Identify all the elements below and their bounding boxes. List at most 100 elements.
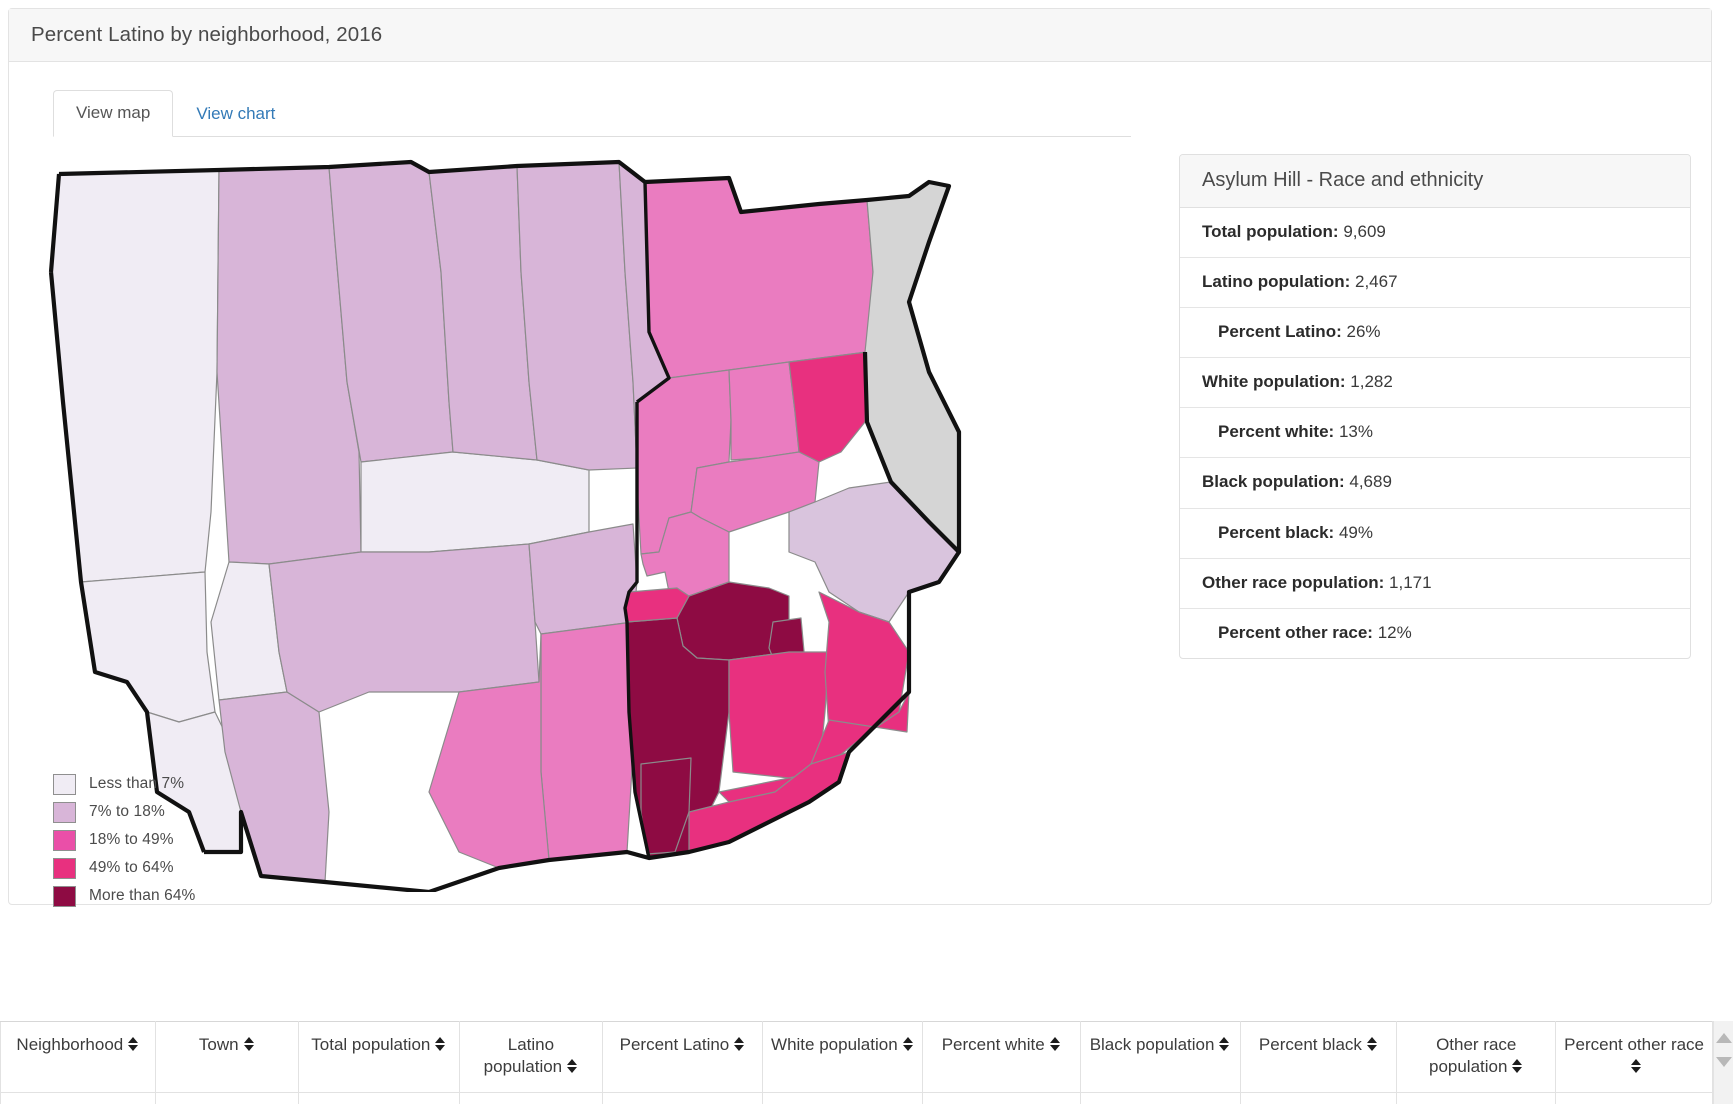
- col-header-other-race-population[interactable]: Other race population: [1397, 1022, 1556, 1093]
- col-label: Neighborhood: [16, 1035, 123, 1054]
- map-legend: Less than 7% 7% to 18% 18% to 49% 49% to…: [53, 770, 195, 910]
- legend-label: 18% to 49%: [89, 831, 174, 849]
- sort-icon[interactable]: [1050, 1037, 1061, 1051]
- info-row-percent-white: Percent white: 13%: [1180, 408, 1690, 458]
- info-row-latino-population: Latino population: 2,467: [1180, 258, 1690, 308]
- legend-item[interactable]: 18% to 49%: [53, 826, 195, 854]
- sort-icon[interactable]: [128, 1037, 139, 1051]
- region-info-panel: Asylum Hill - Race and ethnicity Total p…: [1179, 154, 1691, 659]
- tab-view-map[interactable]: View map: [53, 90, 173, 137]
- data-table: Neighborhood Town Total population Latin…: [0, 1021, 1713, 1104]
- table-scrollbar[interactable]: [1713, 1021, 1733, 1104]
- card-body: View map View chart: [9, 62, 1711, 904]
- legend-label: 7% to 18%: [89, 803, 165, 821]
- legend-swatch-gt64: [53, 886, 76, 907]
- col-header-total-population[interactable]: Total population: [298, 1022, 459, 1093]
- tab-list: View map View chart: [53, 88, 1131, 137]
- info-key: Black population:: [1202, 472, 1345, 491]
- col-header-neighborhood[interactable]: Neighborhood: [1, 1022, 156, 1093]
- info-value: 1,282: [1350, 372, 1393, 391]
- legend-swatch-18-49: [53, 830, 76, 851]
- col-header-black-population[interactable]: Black population: [1080, 1022, 1240, 1093]
- col-label: White population: [771, 1035, 898, 1054]
- sort-icon[interactable]: [567, 1059, 578, 1073]
- data-table-container[interactable]: Neighborhood Town Total population Latin…: [0, 1021, 1733, 1104]
- info-key: Percent other race:: [1218, 623, 1373, 642]
- legend-item[interactable]: 49% to 64%: [53, 854, 195, 882]
- region-hartford-downtown[interactable]: [789, 352, 867, 462]
- table-head: Neighborhood Town Total population Latin…: [1, 1022, 1713, 1093]
- info-key: Percent Latino:: [1218, 322, 1342, 341]
- sort-icon[interactable]: [244, 1037, 255, 1051]
- info-row-other-race-population: Other race population: 1,171: [1180, 559, 1690, 609]
- col-header-percent-other-race[interactable]: Percent other race: [1556, 1022, 1713, 1093]
- col-header-percent-black[interactable]: Percent black: [1240, 1022, 1397, 1093]
- col-header-latino-population[interactable]: Latino population: [459, 1022, 602, 1093]
- sort-icon[interactable]: [1512, 1059, 1523, 1073]
- info-row-black-population: Black population: 4,689: [1180, 458, 1690, 508]
- col-header-white-population[interactable]: White population: [762, 1022, 922, 1093]
- col-label: Percent white: [942, 1035, 1045, 1054]
- sort-icon[interactable]: [1631, 1059, 1642, 1073]
- scroll-down-arrow-icon[interactable]: [1716, 1057, 1732, 1067]
- info-panel-title: Asylum Hill - Race and ethnicity: [1180, 155, 1690, 208]
- info-row-percent-other-race: Percent other race: 12%: [1180, 609, 1690, 658]
- region-hartford-north-1[interactable]: [645, 178, 873, 378]
- info-row-percent-latino: Percent Latino: 26%: [1180, 308, 1690, 358]
- legend-item[interactable]: More than 64%: [53, 882, 195, 910]
- region-hartford-central-2[interactable]: [729, 362, 799, 460]
- info-value: 4,689: [1349, 472, 1392, 491]
- col-header-percent-white[interactable]: Percent white: [922, 1022, 1080, 1093]
- legend-label: Less than 7%: [89, 775, 184, 793]
- sort-icon[interactable]: [1367, 1037, 1378, 1051]
- col-label: Percent other race: [1564, 1035, 1704, 1054]
- info-key: Other race population:: [1202, 573, 1384, 592]
- info-value: 13%: [1339, 422, 1373, 441]
- col-label: Latino population: [484, 1035, 562, 1076]
- legend-label: 49% to 64%: [89, 859, 174, 877]
- info-key: Percent black:: [1218, 523, 1334, 542]
- legend-swatch-lt7: [53, 774, 76, 795]
- choropleth-map[interactable]: Less than 7% 7% to 18% 18% to 49% 49% to…: [29, 152, 1039, 892]
- legend-swatch-49-64: [53, 858, 76, 879]
- info-key: Total population:: [1202, 222, 1339, 241]
- info-value: 9,609: [1343, 222, 1386, 241]
- legend-item[interactable]: 7% to 18%: [53, 798, 195, 826]
- col-label: Town: [199, 1035, 239, 1054]
- col-label: Black population: [1090, 1035, 1215, 1054]
- col-header-town[interactable]: Town: [155, 1022, 298, 1093]
- region-sw-1[interactable]: [529, 524, 637, 634]
- info-row-white-population: White population: 1,282: [1180, 358, 1690, 408]
- table-row[interactable]: [1, 1092, 1713, 1104]
- legend-swatch-7-18: [53, 802, 76, 823]
- info-key: Latino population:: [1202, 272, 1350, 291]
- scroll-up-arrow-icon[interactable]: [1716, 1033, 1732, 1043]
- card-header: Percent Latino by neighborhood, 2016: [9, 9, 1711, 62]
- info-key: Percent white:: [1218, 422, 1334, 441]
- col-header-percent-latino[interactable]: Percent Latino: [603, 1022, 763, 1093]
- tab-view-chart[interactable]: View chart: [173, 91, 298, 137]
- page-root: Percent Latino by neighborhood, 2016 Vie…: [0, 0, 1733, 1104]
- info-value: 49%: [1339, 523, 1373, 542]
- map-card: Percent Latino by neighborhood, 2016 Vie…: [8, 8, 1712, 905]
- legend-item[interactable]: Less than 7%: [53, 770, 195, 798]
- sort-icon[interactable]: [734, 1037, 745, 1051]
- table-body: [1, 1092, 1713, 1104]
- sort-icon[interactable]: [903, 1037, 914, 1051]
- region-west-2[interactable]: [81, 572, 215, 722]
- info-row-total-population: Total population: 9,609: [1180, 208, 1690, 258]
- col-label: Percent Latino: [620, 1035, 730, 1054]
- region-n-2[interactable]: [361, 452, 589, 552]
- legend-label: More than 64%: [89, 887, 195, 905]
- region-sw-2[interactable]: [541, 622, 637, 860]
- col-label: Percent black: [1259, 1035, 1362, 1054]
- info-value: 26%: [1346, 322, 1380, 341]
- info-value: 12%: [1378, 623, 1412, 642]
- table-header-row: Neighborhood Town Total population Latin…: [1, 1022, 1713, 1093]
- info-value: 2,467: [1355, 272, 1398, 291]
- region-n-5[interactable]: [517, 162, 637, 470]
- sort-icon[interactable]: [1219, 1037, 1230, 1051]
- sort-icon[interactable]: [435, 1037, 446, 1051]
- tab-view-map-label: View map: [76, 103, 150, 122]
- col-label: Total population: [311, 1035, 430, 1054]
